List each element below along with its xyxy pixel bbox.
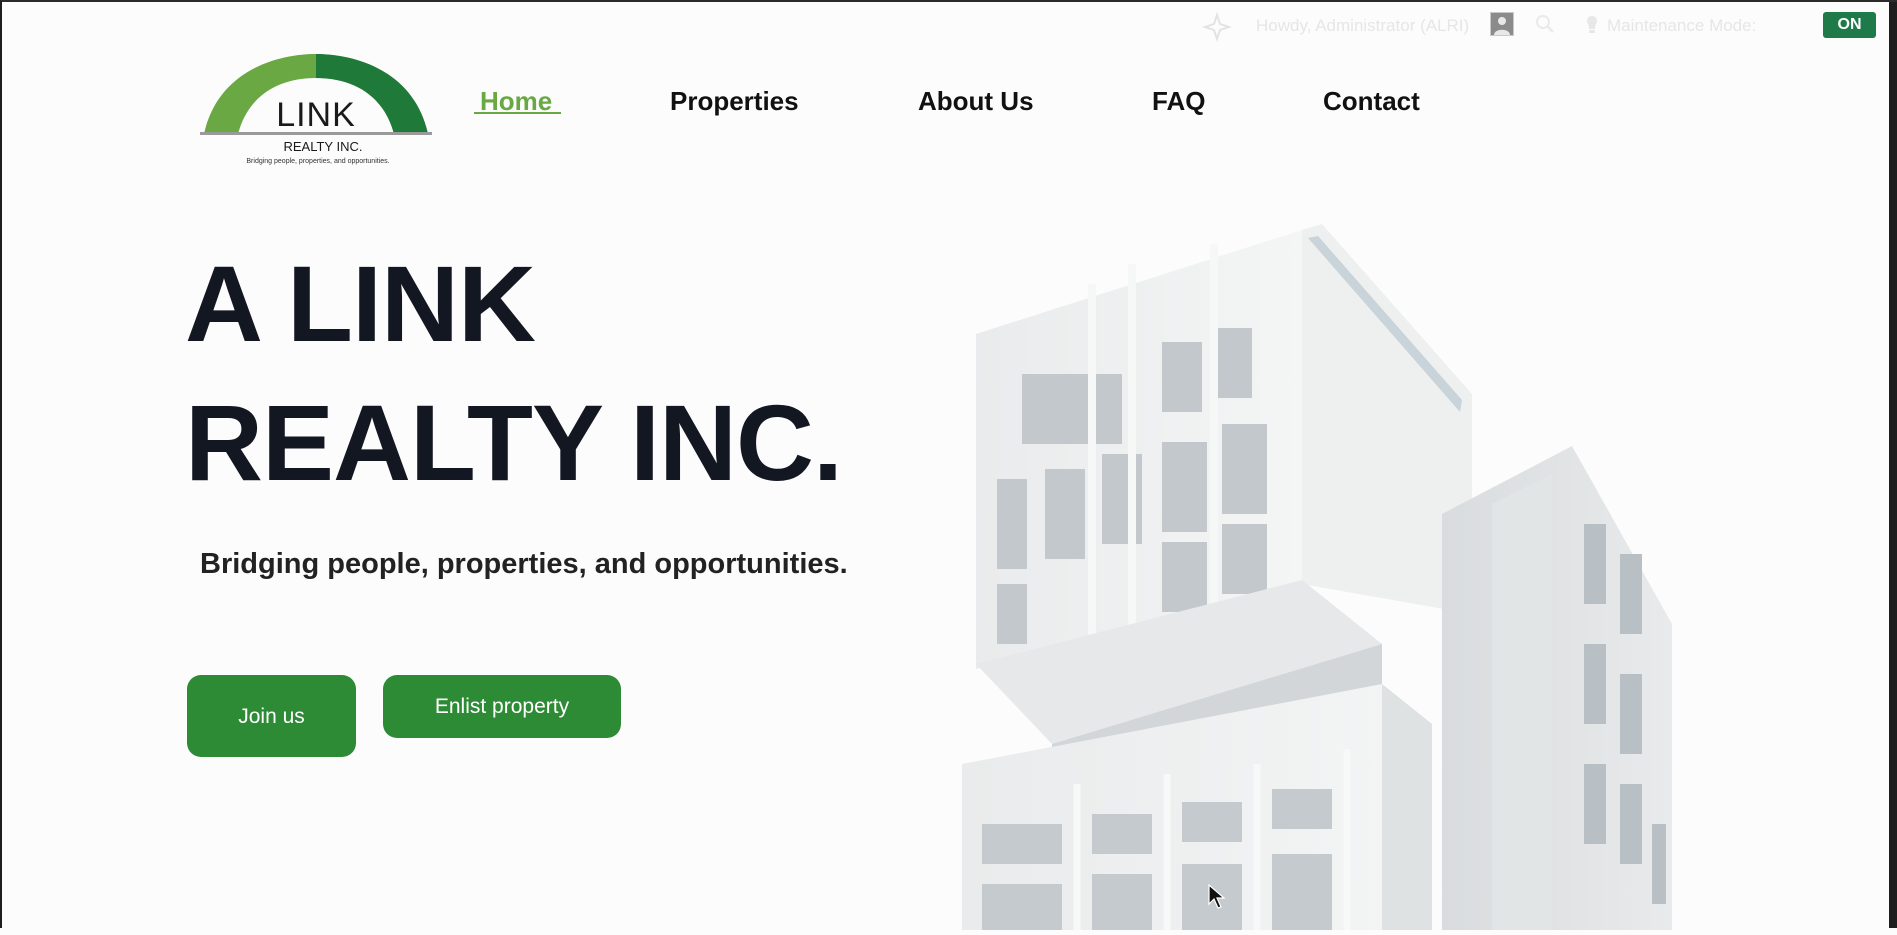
nav-about-us[interactable]: About Us <box>918 86 1034 117</box>
hero-title-line-2: REALTY INC. <box>185 382 843 503</box>
site-logo[interactable]: LINK REALTY INC. Bridging people, proper… <box>198 50 434 168</box>
avatar[interactable] <box>1490 12 1514 36</box>
hero-title-line-1: A LINK <box>185 243 536 364</box>
hero-title: A LINK REALTY INC. <box>185 234 843 512</box>
mouse-cursor-icon <box>1208 883 1226 915</box>
nav-properties[interactable]: Properties <box>670 86 799 117</box>
maintenance-toggle[interactable]: ON <box>1823 12 1876 38</box>
building-image <box>952 224 1732 930</box>
hero-tagline: Bridging people, properties, and opportu… <box>200 548 848 580</box>
maintenance-mode-label: Maintenance Mode: <box>1607 16 1757 35</box>
lightbulb-icon <box>1584 14 1600 41</box>
enlist-property-button[interactable]: Enlist property <box>383 675 621 738</box>
admin-bar: Howdy, Administrator (ALRI) Maintenance … <box>1201 11 1892 43</box>
admin-greeting[interactable]: Howdy, Administrator (ALRI) <box>1256 16 1469 36</box>
logo-tagline: Bridging people, properties, and opportu… <box>246 158 389 165</box>
join-us-button[interactable]: Join us <box>187 675 356 757</box>
logo-sub: REALTY INC. <box>284 139 363 154</box>
window-edge <box>1889 2 1897 928</box>
nav-active-underline <box>474 112 561 114</box>
logo-name: LINK <box>276 96 356 134</box>
nav-faq[interactable]: FAQ <box>1152 86 1205 117</box>
search-icon[interactable] <box>1534 13 1556 40</box>
sparkle-icon[interactable] <box>1201 11 1233 47</box>
nav-contact[interactable]: Contact <box>1323 86 1420 117</box>
